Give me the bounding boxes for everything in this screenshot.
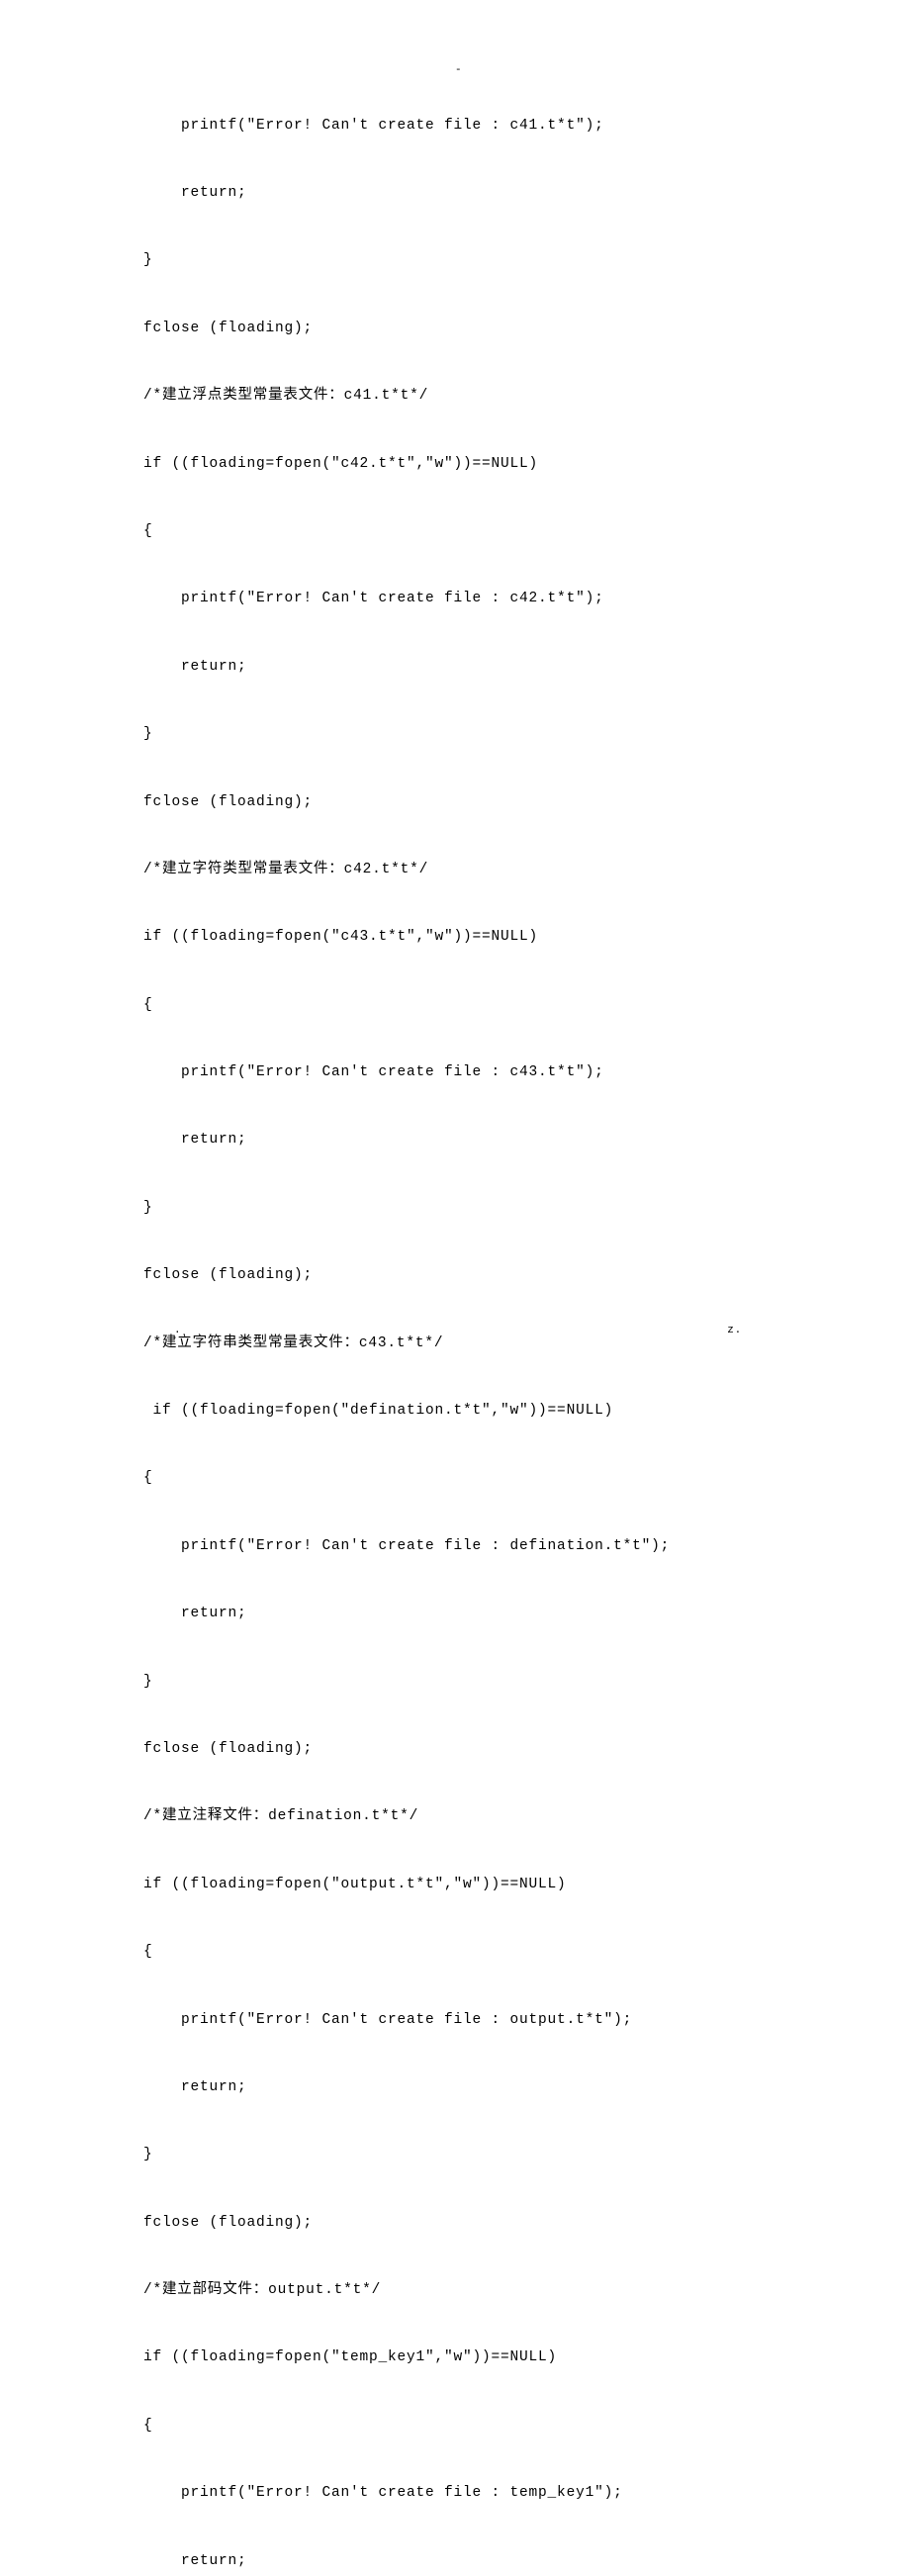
code-line: return; xyxy=(143,182,910,205)
page-footer-left-mark: . xyxy=(174,1320,181,1342)
code-line: } xyxy=(143,2144,910,2166)
code-line: } xyxy=(143,249,910,272)
page-header-mark: - xyxy=(455,59,462,82)
code-line: printf("Error! Can't create file : defin… xyxy=(143,1535,910,1558)
code-line: if ((floading=fopen("defination.t*t","w"… xyxy=(143,1400,910,1423)
code-line: printf("Error! Can't create file : c41.t… xyxy=(143,115,910,138)
code-line: } xyxy=(143,723,910,746)
code-line: { xyxy=(143,2415,910,2438)
code-line: return; xyxy=(143,656,910,679)
code-line: return; xyxy=(143,2076,910,2099)
code-line: return; xyxy=(143,1603,910,1625)
code-line: printf("Error! Can't create file : c43.t… xyxy=(143,1061,910,1084)
code-line: } xyxy=(143,1671,910,1694)
code-line: /*建立注释文件：defination.t*t*/ xyxy=(143,1805,910,1828)
code-line: { xyxy=(143,520,910,543)
code-line: fclose (floading); xyxy=(143,1738,910,1761)
document-page: - printf("Error! Can't create file : c41… xyxy=(0,0,910,2576)
code-line: fclose (floading); xyxy=(143,791,910,814)
code-line: fclose (floading); xyxy=(143,318,910,340)
code-line: printf("Error! Can't create file : outpu… xyxy=(143,2009,910,2032)
code-line: if ((floading=fopen("output.t*t","w"))==… xyxy=(143,1874,910,1896)
code-line: { xyxy=(143,994,910,1017)
code-line: /*建立浮点类型常量表文件：c41.t*t*/ xyxy=(143,385,910,408)
code-line: printf("Error! Can't create file : c42.t… xyxy=(143,588,910,610)
code-line: return; xyxy=(143,1129,910,1151)
source-code-block: printf("Error! Can't create file : c41.t… xyxy=(0,69,910,2576)
code-line: /*建立部码文件：output.t*t*/ xyxy=(143,2279,910,2302)
code-line: fclose (floading); xyxy=(143,2212,910,2235)
code-line: fclose (floading); xyxy=(143,1264,910,1287)
code-line: return; xyxy=(143,2550,910,2573)
code-line: if ((floading=fopen("c43.t*t","w"))==NUL… xyxy=(143,926,910,949)
code-line: /*建立字符类型常量表文件：c42.t*t*/ xyxy=(143,859,910,881)
page-footer-right-mark: z. xyxy=(727,1320,742,1342)
code-line: printf("Error! Can't create file : temp_… xyxy=(143,2482,910,2505)
code-line: { xyxy=(143,1467,910,1490)
code-line: /*建立字符串类型常量表文件：c43.t*t*/ xyxy=(143,1333,910,1355)
code-line: if ((floading=fopen("c42.t*t","w"))==NUL… xyxy=(143,453,910,476)
code-line: if ((floading=fopen("temp_key1","w"))==N… xyxy=(143,2346,910,2369)
code-line: } xyxy=(143,1197,910,1220)
code-line: { xyxy=(143,1941,910,1964)
